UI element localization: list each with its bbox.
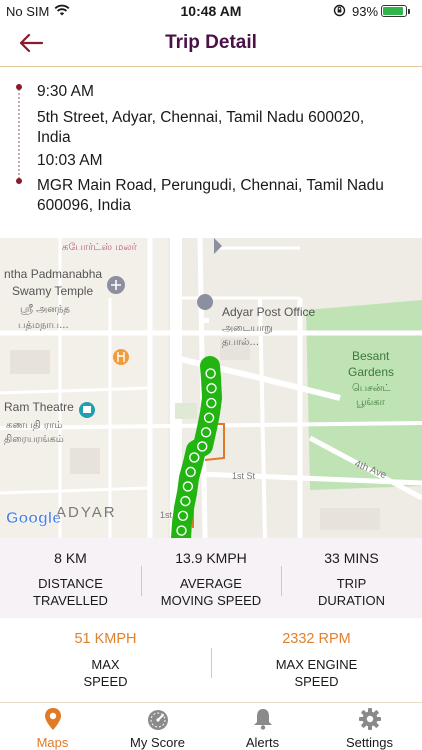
stat-duration-label-1: TRIP	[336, 576, 367, 591]
stat-distance-label-2: TRAVELLED	[33, 593, 108, 608]
map-label-theatre-ta-2: திரையரங்கம்	[4, 434, 64, 445]
stat-max-engine-speed-value: 2332 RPM	[282, 631, 351, 647]
status-bar: No SIM 10:48 AM 93%	[0, 0, 422, 22]
map-pin-icon	[44, 708, 61, 730]
stat-max-speed-label-1: MAX	[91, 657, 120, 672]
map-label-theatre: Ram Theatre	[4, 400, 74, 414]
stat-distance-label-1: DISTANCE	[38, 576, 103, 591]
stat-duration-label-2: DURATION	[318, 593, 385, 608]
tab-settings[interactable]: Settings	[317, 703, 422, 750]
map-label-post-office: Adyar Post Office	[222, 305, 315, 319]
stat-average-speed-value: 13.9 KMPH	[175, 550, 247, 566]
bell-icon	[253, 709, 272, 730]
tab-alerts-label: Alerts	[245, 735, 280, 750]
stat-max-speed-value: 51 KMPH	[74, 631, 137, 647]
tab-maps-label: Maps	[36, 735, 69, 750]
tab-alerts[interactable]: Alerts	[210, 703, 315, 750]
stat-max-engine-speed: 2332 RPM MAX ENGINE SPEED	[211, 631, 422, 690]
route-summary: 9:30 AM 5th Street, Adyar, Chennai, Tami…	[0, 68, 422, 238]
stat-duration-value: 33 MINS	[324, 550, 379, 566]
map-label-1st-st: 1st St	[232, 471, 256, 481]
google-logo: Google	[6, 510, 61, 527]
battery-icon	[381, 5, 410, 17]
trip-stats-secondary: 51 KMPH MAX SPEED 2332 RPM MAX ENGINE SP…	[0, 618, 422, 702]
map-label-besant-1: Besant	[352, 349, 390, 363]
end-time: 10:03 AM	[37, 152, 103, 169]
speedometer-icon	[147, 710, 168, 730]
header: Trip Detail	[0, 22, 422, 67]
map-label-besant-2: Gardens	[348, 365, 394, 379]
tab-my-score-label: My Score	[130, 735, 185, 750]
map-label-post-office-ta-1: அடையாறு	[222, 323, 273, 334]
tab-maps[interactable]: Maps	[0, 703, 105, 750]
end-address-line-1: MGR Main Road, Perungudi, Chennai, Tamil…	[37, 177, 384, 194]
stat-max-speed: 51 KMPH MAX SPEED	[0, 631, 211, 690]
stat-max-engine-speed-label-2: SPEED	[294, 674, 339, 689]
stat-distance: 8 KM DISTANCE TRAVELLED	[0, 550, 141, 609]
post-office-marker-icon[interactable]	[197, 294, 214, 310]
stat-average-speed-label-2: MOVING SPEED	[160, 593, 262, 608]
map-label-temple-2: Swamy Temple	[12, 284, 93, 298]
map-label-temple-ta-1: ஸ்ரீ அனந்த	[20, 304, 70, 315]
end-dot-icon	[16, 178, 22, 184]
restaurant-marker-icon[interactable]	[113, 349, 129, 365]
start-address-line-1: 5th Street, Adyar, Chennai, Tamil Nadu 6…	[37, 109, 365, 126]
map-label-top: கபோர்ட்ஸ் மலர்	[62, 242, 138, 253]
orientation-lock-icon	[333, 4, 346, 17]
page-title: Trip Detail	[165, 32, 257, 53]
stat-average-speed-label-1: AVERAGE	[180, 576, 242, 591]
map-label-temple-1: ntha Padmanabha	[4, 267, 102, 281]
map-label-theatre-ta-1: கணபதி ராம்	[6, 420, 62, 431]
start-dot-icon	[16, 84, 22, 90]
trip-stats-primary: 8 KM DISTANCE TRAVELLED 13.9 KMPH AVERAG…	[0, 538, 422, 618]
tab-settings-label: Settings	[346, 735, 393, 750]
map-label-1st: 1st	[160, 510, 173, 520]
tab-my-score[interactable]: My Score	[105, 703, 210, 750]
stat-average-speed: 13.9 KMPH AVERAGE MOVING SPEED	[141, 550, 281, 609]
map-canvas[interactable]: கபோர்ட்ஸ் மலர் ntha Padmanabha Swamy Tem…	[0, 238, 422, 538]
map-label-adyar: ADYAR	[56, 504, 117, 521]
route-connector	[18, 86, 20, 182]
stat-duration: 33 MINS TRIP DURATION	[281, 550, 422, 609]
start-address-line-2: India	[37, 129, 71, 146]
map-label-besant-ta-2: பூங்கா	[356, 397, 386, 408]
end-address-line-2: 600096, India	[37, 197, 131, 214]
stat-distance-value: 8 KM	[54, 550, 87, 566]
start-time: 9:30 AM	[37, 83, 94, 100]
map-label-temple-ta-2: பத்மநாப...	[18, 320, 69, 331]
gear-icon	[358, 708, 381, 730]
map-label-besant-ta-1: பெசன்ட்	[352, 383, 390, 394]
map-label-post-office-ta-2: தபால்...	[222, 337, 259, 348]
trip-map[interactable]: கபோர்ட்ஸ் மலர் ntha Padmanabha Swamy Tem…	[0, 238, 422, 538]
tab-bar: Maps My Score Alerts Settings	[0, 702, 422, 750]
stat-max-engine-speed-label-1: MAX ENGINE	[275, 657, 358, 672]
battery-percentage: 93%	[352, 4, 379, 19]
stat-max-speed-label-2: SPEED	[83, 674, 128, 689]
